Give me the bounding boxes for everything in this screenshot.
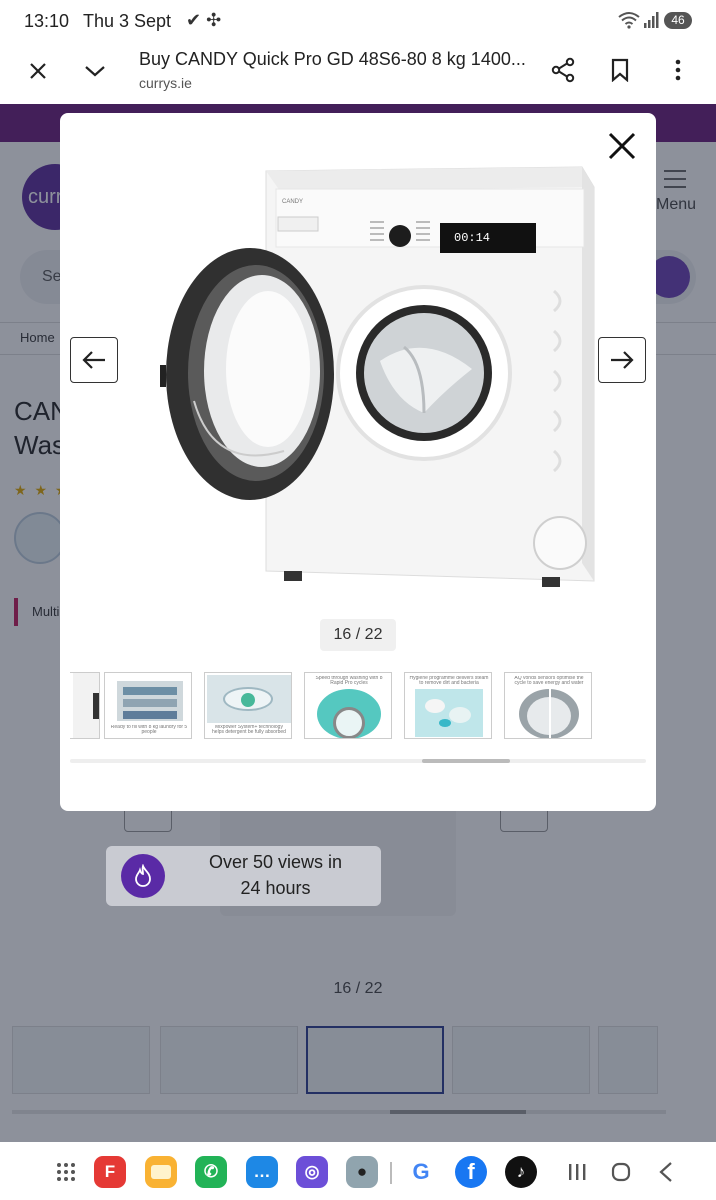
display-readout: 00:14 — [454, 231, 490, 245]
close-gallery-button[interactable] — [605, 129, 639, 163]
camera-app-icon[interactable]: ● — [346, 1156, 378, 1188]
share-icon[interactable] — [548, 55, 578, 85]
views-text-line1: Over 50 views in — [208, 852, 343, 872]
status-date: Thu 3 Sept — [83, 11, 172, 31]
messages-app-icon[interactable]: … — [246, 1156, 278, 1188]
image-gallery-modal: CANDY 00:14 16 / 22 Ready to fill with 8… — [60, 113, 656, 811]
thumbnail-caption: Speed through washing with 8 Rapid Pro c… — [315, 676, 383, 686]
dock-divider — [390, 1162, 392, 1184]
thumbnail-caption: AQ vonds sensors optimise the cycle to s… — [514, 676, 584, 686]
signal-icon — [644, 12, 659, 28]
google-app-icon[interactable]: G — [405, 1156, 437, 1188]
scrollbar-thumb[interactable] — [422, 759, 510, 763]
more-options-icon[interactable] — [663, 55, 693, 85]
battery-indicator: 46 — [664, 12, 692, 29]
status-bar: 13:10 Thu 3 Sept ✔ ✣ 46 — [0, 0, 716, 42]
internet-app-icon[interactable]: ◎ — [296, 1156, 328, 1188]
recent-apps-icon[interactable] — [563, 1158, 591, 1186]
browser-toolbar: Buy CANDY Quick Pro GD 48S6-80 8 kg 1400… — [0, 42, 716, 104]
wifi-icon — [618, 12, 640, 29]
thumbnail-2[interactable]: Ready to fill with 8 kg laundry for 5 pe… — [104, 672, 192, 739]
previous-image-button[interactable] — [70, 337, 118, 383]
home-icon[interactable] — [607, 1158, 635, 1186]
arrow-left-icon — [82, 351, 105, 369]
thumbnail-3[interactable]: Mixpower System+ technology helps deterg… — [204, 672, 292, 739]
back-icon[interactable] — [652, 1158, 680, 1186]
system-nav-bar: F ✆ … ◎ ● G f ♪ — [0, 1142, 716, 1200]
views-text-line2: 24 hours — [240, 878, 311, 898]
brand-label: CANDY — [282, 199, 303, 205]
arrow-right-icon — [611, 351, 634, 369]
bookmark-icon[interactable] — [605, 55, 635, 85]
tiktok-app-icon[interactable]: ♪ — [505, 1156, 537, 1188]
flipboard-app-icon[interactable]: F — [94, 1156, 126, 1188]
facebook-app-icon[interactable]: f — [455, 1156, 487, 1188]
notification-icons: ✔ ✣ — [186, 10, 222, 30]
washing-machine-image: CANDY 00:14 — [160, 166, 595, 587]
notes-app-icon[interactable] — [145, 1156, 177, 1188]
flame-icon — [121, 854, 165, 898]
thumbnail-scrollbar[interactable] — [70, 759, 646, 763]
thumbnail-strip: Ready to fill with 8 kg laundry for 5 pe… — [70, 671, 646, 741]
thumbnail-caption: Ready to fill with 8 kg laundry for 5 pe… — [110, 725, 188, 735]
close-icon[interactable] — [605, 129, 639, 163]
thumbnail-caption: Mixpower System+ technology helps deterg… — [212, 725, 286, 735]
status-time: 13:10 — [24, 11, 70, 31]
page-domain[interactable]: currys.ie — [139, 75, 192, 91]
thumbnail-4[interactable]: Speed through washing with 8 Rapid Pro c… — [304, 672, 392, 739]
next-image-button[interactable] — [598, 337, 646, 383]
phone-app-icon[interactable]: ✆ — [195, 1156, 227, 1188]
apps-grid-icon[interactable] — [52, 1158, 80, 1186]
image-counter: 16 / 22 — [320, 619, 396, 651]
page-title[interactable]: Buy CANDY Quick Pro GD 48S6-80 8 kg 1400… — [139, 49, 526, 70]
views-badge: Over 50 views in 24 hours — [106, 846, 381, 906]
close-tab-icon[interactable] — [23, 56, 53, 86]
chevron-down-icon[interactable] — [80, 56, 110, 86]
thumbnail-6[interactable]: AQ vonds sensors optimise the cycle to s… — [504, 672, 592, 739]
thumbnail-5[interactable]: Hygiene programme delivers steam to remo… — [404, 672, 492, 739]
thumbnail-1[interactable] — [70, 672, 100, 739]
thumbnail-caption: Hygiene programme delivers steam to remo… — [409, 676, 489, 686]
